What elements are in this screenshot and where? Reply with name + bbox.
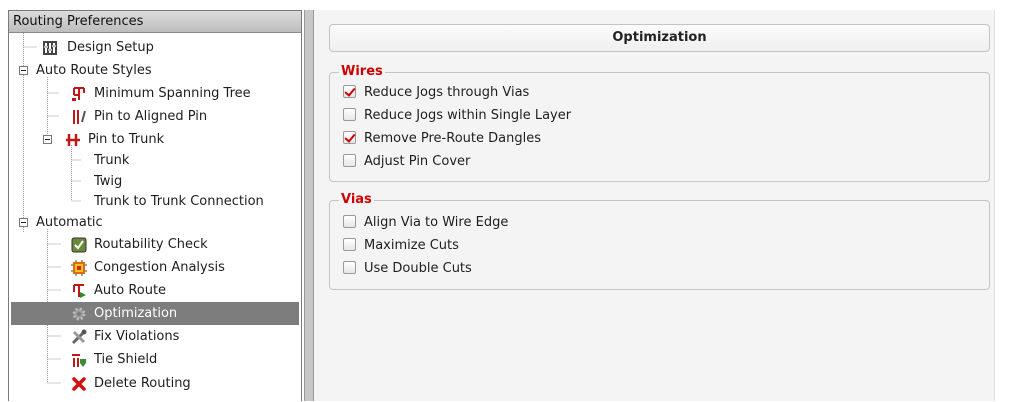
page-title: Optimization bbox=[329, 24, 990, 52]
tree-item-routability-check[interactable]: Routability Check bbox=[9, 233, 301, 256]
tree-item-label: Delete Routing bbox=[94, 376, 191, 391]
tree-item-label: Pin to Trunk bbox=[88, 132, 165, 147]
option-label: Remove Pre-Route Dangles bbox=[364, 131, 541, 146]
tree-item-label: Pin to Aligned Pin bbox=[94, 109, 208, 124]
spanning-tree-icon bbox=[71, 86, 87, 102]
tree-item-label: Automatic bbox=[36, 215, 103, 230]
adjust-pin-cover-checkbox[interactable] bbox=[343, 154, 356, 167]
vias-group: Vias Align Via to Wire Edge Maximize Cut… bbox=[329, 192, 990, 290]
collapse-toggle[interactable] bbox=[43, 135, 52, 144]
tie-shield-icon bbox=[71, 352, 87, 368]
option-label: Reduce Jogs within Single Layer bbox=[364, 108, 572, 123]
pin-to-trunk-icon bbox=[65, 132, 81, 148]
use-double-cuts-option[interactable]: Use Double Cuts bbox=[343, 258, 472, 280]
tree-item-label: Minimum Spanning Tree bbox=[94, 86, 251, 101]
option-label: Align Via to Wire Edge bbox=[364, 215, 509, 230]
tree-item-congestion-analysis[interactable]: Congestion Analysis bbox=[9, 256, 301, 279]
remove-pre-route-dangles-checkbox[interactable] bbox=[343, 131, 356, 144]
vias-group-legend: Vias bbox=[339, 192, 374, 208]
tree-item-delete-routing[interactable]: Delete Routing bbox=[9, 372, 301, 395]
reduce-jogs-within-single-layer-checkbox[interactable] bbox=[343, 108, 356, 121]
tree-item-label: Design Setup bbox=[67, 40, 154, 55]
option-label: Reduce Jogs through Vias bbox=[364, 85, 530, 100]
option-label: Maximize Cuts bbox=[364, 238, 459, 253]
tree-item-label: Fix Violations bbox=[94, 329, 180, 344]
reduce-jogs-through-vias-checkbox[interactable] bbox=[343, 85, 356, 98]
fix-violations-icon bbox=[71, 329, 87, 345]
options-panel: Optimization Wires Reduce Jogs through V… bbox=[314, 10, 995, 401]
maximize-cuts-checkbox[interactable] bbox=[343, 238, 356, 251]
tree-item-label: Auto Route Styles bbox=[36, 63, 152, 78]
option-label: Adjust Pin Cover bbox=[364, 154, 471, 169]
panel-splitter[interactable] bbox=[304, 10, 314, 401]
tree-item-label: Auto Route bbox=[94, 283, 167, 298]
tree-item-pin-to-aligned-pin[interactable]: Pin to Aligned Pin bbox=[9, 105, 301, 128]
routing-preferences-panel: Routing Preferences Design Setup Auto Ro… bbox=[8, 10, 302, 401]
wires-group-legend: Wires bbox=[339, 64, 385, 80]
collapse-toggle[interactable] bbox=[19, 66, 28, 75]
tree-item-optimization[interactable]: Optimization bbox=[11, 302, 299, 325]
collapse-toggle[interactable] bbox=[19, 218, 28, 227]
tree-item-label: Trunk bbox=[94, 153, 130, 168]
remove-pre-route-dangles-option[interactable]: Remove Pre-Route Dangles bbox=[343, 128, 541, 150]
aligned-pin-icon bbox=[71, 109, 87, 125]
design-setup-icon bbox=[42, 40, 58, 56]
tree-item-tie-shield[interactable]: Tie Shield bbox=[9, 348, 301, 371]
tree-item-label: Routability Check bbox=[94, 237, 208, 252]
tree-item-auto-route-styles[interactable]: Auto Route Styles bbox=[9, 59, 301, 82]
maximize-cuts-option[interactable]: Maximize Cuts bbox=[343, 235, 459, 257]
routability-check-icon bbox=[71, 237, 87, 253]
wires-group: Wires Reduce Jogs through Vias Reduce Jo… bbox=[329, 64, 990, 182]
tree-item-label: Trunk to Trunk Connection bbox=[94, 194, 264, 209]
tree-item-automatic[interactable]: Automatic bbox=[9, 211, 301, 234]
use-double-cuts-checkbox[interactable] bbox=[343, 261, 356, 274]
preferences-tree: Design Setup Auto Route Styles Minimum S… bbox=[9, 33, 301, 402]
adjust-pin-cover-option[interactable]: Adjust Pin Cover bbox=[343, 151, 470, 173]
optimization-icon bbox=[71, 306, 87, 322]
panel-header: Routing Preferences bbox=[9, 11, 301, 33]
congestion-analysis-icon bbox=[71, 260, 87, 276]
reduce-jogs-through-vias-option[interactable]: Reduce Jogs through Vias bbox=[343, 82, 529, 104]
tree-item-label: Congestion Analysis bbox=[94, 260, 225, 275]
align-via-to-wire-edge-checkbox[interactable] bbox=[343, 215, 356, 228]
align-via-to-wire-edge-option[interactable]: Align Via to Wire Edge bbox=[343, 212, 508, 234]
tree-item-auto-route[interactable]: Auto Route bbox=[9, 279, 301, 302]
tree-item-design-setup[interactable]: Design Setup bbox=[9, 36, 301, 59]
option-label: Use Double Cuts bbox=[364, 261, 472, 276]
auto-route-icon bbox=[71, 283, 87, 299]
tree-item-trunk-to-trunk-connection[interactable]: Trunk to Trunk Connection bbox=[9, 190, 301, 213]
tree-item-label: Tie Shield bbox=[94, 352, 158, 367]
delete-routing-icon bbox=[71, 376, 87, 392]
tree-item-trunk[interactable]: Trunk bbox=[9, 149, 301, 172]
tree-item-fix-violations[interactable]: Fix Violations bbox=[9, 325, 301, 348]
tree-item-minimum-spanning-tree[interactable]: Minimum Spanning Tree bbox=[9, 82, 301, 105]
reduce-jogs-within-single-layer-option[interactable]: Reduce Jogs within Single Layer bbox=[343, 105, 571, 127]
tree-item-label: Optimization bbox=[94, 306, 178, 321]
tree-item-pin-to-trunk[interactable]: Pin to Trunk bbox=[9, 128, 301, 151]
